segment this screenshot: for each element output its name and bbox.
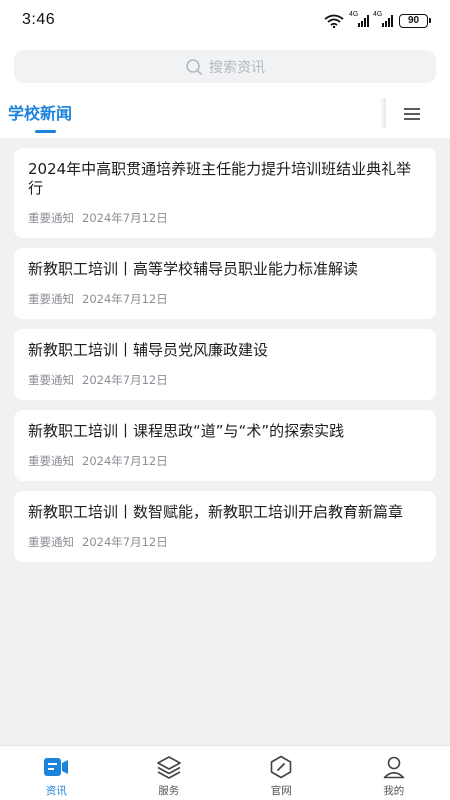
nav-profile[interactable]: 我的 xyxy=(338,746,450,800)
news-tag: 重要通知 xyxy=(28,292,74,306)
news-card[interactable]: 新教职工培训丨高等学校辅导员职业能力标准解读 重要通知 2024年7月12日 xyxy=(14,248,436,319)
news-meta: 重要通知 2024年7月12日 xyxy=(28,372,422,388)
nav-profile-label: 我的 xyxy=(383,785,405,797)
news-icon xyxy=(43,754,69,780)
user-icon xyxy=(381,754,407,780)
news-tag: 重要通知 xyxy=(28,535,74,549)
news-card[interactable]: 2024年中高职贯通培养班主任能力提升培训班结业典礼举行 重要通知 2024年7月… xyxy=(14,148,436,238)
news-tag: 重要通知 xyxy=(28,454,74,468)
search-placeholder: 搜索资讯 xyxy=(209,59,265,76)
nav-services[interactable]: 服务 xyxy=(113,746,226,800)
news-title: 新教职工培训丨课程思政“道”与“术”的探索实践 xyxy=(28,422,345,440)
wifi-icon xyxy=(324,14,344,28)
news-card[interactable]: 新教职工培训丨课程思政“道”与“术”的探索实践 重要通知 2024年7月12日 xyxy=(14,410,436,481)
bottom-nav: 资讯 服务 官网 我的 xyxy=(0,745,450,800)
news-date: 2024年7月12日 xyxy=(82,211,168,225)
news-date: 2024年7月12日 xyxy=(82,535,168,549)
news-card[interactable]: 新教职工培训丨数智赋能，新教职工培训开启教育新篇章 重要通知 2024年7月12日 xyxy=(14,491,436,562)
search-icon xyxy=(186,58,202,75)
news-date: 2024年7月12日 xyxy=(82,292,168,306)
news-meta: 重要通知 2024年7月12日 xyxy=(28,534,422,550)
nav-services-label: 服务 xyxy=(158,785,180,797)
nav-website[interactable]: 官网 xyxy=(225,746,338,800)
news-list: 2024年中高职贯通培养班主任能力提升培训班结业典礼举行 重要通知 2024年7月… xyxy=(14,148,436,572)
compass-icon xyxy=(268,754,294,780)
news-title: 新教职工培训丨高等学校辅导员职业能力标准解读 xyxy=(28,260,359,278)
news-tag: 重要通知 xyxy=(28,373,74,387)
news-date: 2024年7月12日 xyxy=(82,373,168,387)
news-card[interactable]: 新教职工培训丨辅导员党风廉政建设 重要通知 2024年7月12日 xyxy=(14,329,436,400)
news-meta: 重要通知 2024年7月12日 xyxy=(28,291,422,307)
status-icons: 4G 4G 90 xyxy=(323,11,431,29)
category-menu-button[interactable] xyxy=(392,102,432,126)
news-date: 2024年7月12日 xyxy=(82,454,168,468)
tab-scroll-fade xyxy=(380,98,386,128)
news-title: 新教职工培训丨辅导员党风廉政建设 xyxy=(28,341,269,359)
nav-website-label: 官网 xyxy=(270,785,292,797)
news-title: 新教职工培训丨数智赋能，新教职工培训开启教育新篇章 xyxy=(28,503,404,521)
status-time: 3:46 xyxy=(22,11,56,28)
layers-icon xyxy=(156,754,182,780)
nav-news-label: 资讯 xyxy=(45,785,67,797)
category-tabs: 学校新闻 xyxy=(0,90,450,138)
search-input[interactable]: 搜索资讯 xyxy=(14,50,436,83)
battery-icon: 90 xyxy=(399,14,431,28)
news-title: 2024年中高职贯通培养班主任能力提升培训班结业典礼举行 xyxy=(28,160,412,197)
battery-level: 90 xyxy=(407,15,420,26)
news-tag: 重要通知 xyxy=(28,211,74,225)
status-bar: 3:46 4G 4G 90 xyxy=(0,0,450,42)
cell-signal-icon-2: 4G xyxy=(373,11,393,27)
menu-icon xyxy=(404,108,420,120)
news-meta: 重要通知 2024年7月12日 xyxy=(28,210,422,226)
header-area: 3:46 4G 4G 90 搜索资讯 学校新闻 xyxy=(0,0,450,138)
news-meta: 重要通知 2024年7月12日 xyxy=(28,453,422,469)
nav-news[interactable]: 资讯 xyxy=(0,746,113,800)
tab-school-news[interactable]: 学校新闻 xyxy=(8,100,72,124)
cell-signal-icon: 4G xyxy=(349,11,369,27)
tab-indicator xyxy=(35,130,56,133)
